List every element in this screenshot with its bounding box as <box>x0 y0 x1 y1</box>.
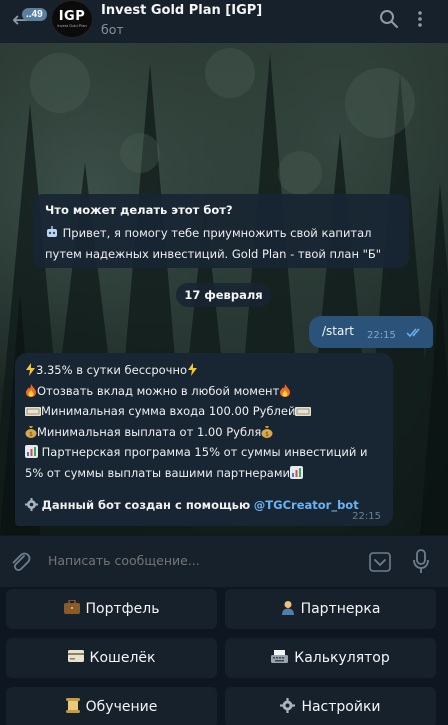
fire-icon <box>25 383 37 403</box>
fire-icon <box>279 383 291 403</box>
bot-info-title: Что может делать этот бот? <box>45 203 233 217</box>
bar-chart-icon <box>25 445 38 464</box>
bar-chart-icon <box>290 465 303 485</box>
avatar-logo-text: IGP <box>58 9 86 24</box>
bot-info-line-1: Привет, я помогу тебе приумножить свой к… <box>62 226 372 240</box>
money-bag-icon: $ <box>261 425 273 444</box>
rate-text: 3.35% в сутки бессрочно <box>36 363 188 377</box>
settings-button[interactable]: Настройки <box>225 687 436 725</box>
typewriter-icon <box>271 649 289 667</box>
avatar-logo-subtext: Invest Gold Plan <box>57 23 87 28</box>
chat-subtitle: бот <box>101 22 124 37</box>
chat-background: Что может делать этот бот? Привет, я пом… <box>0 43 448 535</box>
credit-card-icon <box>67 650 84 666</box>
robot-icon <box>45 225 59 245</box>
message-line-partners-2: 5% от суммы выплаты вашими партнерами <box>25 464 383 485</box>
unread-count-badge: ..49 <box>22 8 47 21</box>
creator-bot-link[interactable]: @TGCreator_bot <box>254 498 359 512</box>
partners-text-1: Партнерская программа 15% от суммы инвес… <box>41 445 368 459</box>
message-composer <box>0 535 448 587</box>
wallet-button[interactable]: Кошелёк <box>6 638 217 678</box>
search-icon[interactable] <box>378 8 400 30</box>
message-line-partners-1: Партнерская программа 15% от суммы инвес… <box>25 443 383 464</box>
read-checkmarks-icon <box>406 328 420 338</box>
calculator-label: Калькулятор <box>294 650 390 666</box>
incoming-message[interactable]: 3.35% в сутки бессрочно Отозвать вклад м… <box>15 353 393 526</box>
lightning-icon <box>187 363 198 382</box>
back-button[interactable]: ← ..49 <box>10 8 47 32</box>
partners-button[interactable]: Партнерка <box>225 589 436 629</box>
bot-info-text: Привет, я помогу тебе приумножить свой к… <box>45 224 397 264</box>
svg-text:$: $ <box>29 431 33 438</box>
portfolio-button[interactable]: Портфель <box>6 589 217 629</box>
message-line-rate: 3.35% в сутки бессрочно <box>25 361 383 382</box>
partners-text-2: 5% от суммы выплаты вашими партнерами <box>25 465 290 480</box>
avatar[interactable]: IGP Invest Gold Plan <box>51 0 93 38</box>
microphone-icon[interactable] <box>413 549 429 575</box>
message-line-min-payout: $ Минимальная выплата от 1.00 Рубля $ <box>25 423 383 444</box>
message-line-min-deposit: Минимальная сумма входа 100.00 Рублей <box>25 402 383 423</box>
more-menu-icon[interactable] <box>409 8 431 30</box>
message-input[interactable] <box>48 553 348 568</box>
chat-title[interactable]: Invest Gold Plan [IGP] <box>101 3 262 18</box>
withdraw-text: Отозвать вклад можно в любой момент <box>37 383 280 398</box>
bot-info-card: Что может делать этот бот? Привет, я пом… <box>33 194 409 268</box>
lightning-icon <box>25 363 36 382</box>
portfolio-label: Портфель <box>85 601 160 617</box>
outgoing-message[interactable]: /start 22:15 <box>309 316 433 348</box>
calculator-button[interactable]: Калькулятор <box>225 638 436 678</box>
paperclip-icon[interactable] <box>9 550 31 574</box>
briefcase-icon <box>63 599 80 618</box>
gear-icon <box>25 498 38 517</box>
bot-keyboard-toggle-icon[interactable] <box>369 552 391 572</box>
bot-info-line-2: путем надежных инвестиций. Gold Plan - т… <box>45 247 382 261</box>
gear-icon <box>280 697 296 717</box>
banknote-icon <box>295 404 312 423</box>
min-deposit-text: Минимальная сумма входа 100.00 Рублей <box>41 404 296 418</box>
wallet-label: Кошелёк <box>89 650 156 666</box>
message-line-footer: Данный бот создан с помощью @TGCreator_b… <box>25 496 383 517</box>
money-bag-icon: $ <box>25 425 37 444</box>
incoming-message-time: 22:15 <box>352 511 381 522</box>
partners-label: Партнерка <box>300 601 381 617</box>
outgoing-message-time: 22:15 <box>367 330 396 341</box>
outgoing-message-text: /start <box>322 324 354 338</box>
scroll-icon <box>65 697 80 717</box>
svg-text:$: $ <box>265 431 269 438</box>
footer-text: Данный бот создан с помощью <box>41 498 251 512</box>
message-line-withdraw: Отозвать вклад можно в любой момент <box>25 382 383 403</box>
min-payout-text: Минимальная выплата от 1.00 Рубля <box>37 424 262 439</box>
date-separator: 17 февраля <box>176 283 271 307</box>
settings-label: Настройки <box>301 699 381 715</box>
chat-header: ← ..49 IGP Invest Gold Plan Invest Gold … <box>0 0 448 43</box>
learning-button[interactable]: Обучение <box>6 687 217 725</box>
banknote-icon <box>25 404 41 423</box>
learning-label: Обучение <box>85 699 158 715</box>
bot-keyboard: Портфель Партнерка Кошелёк Калькулятор О… <box>0 587 448 725</box>
person-icon <box>281 600 295 619</box>
